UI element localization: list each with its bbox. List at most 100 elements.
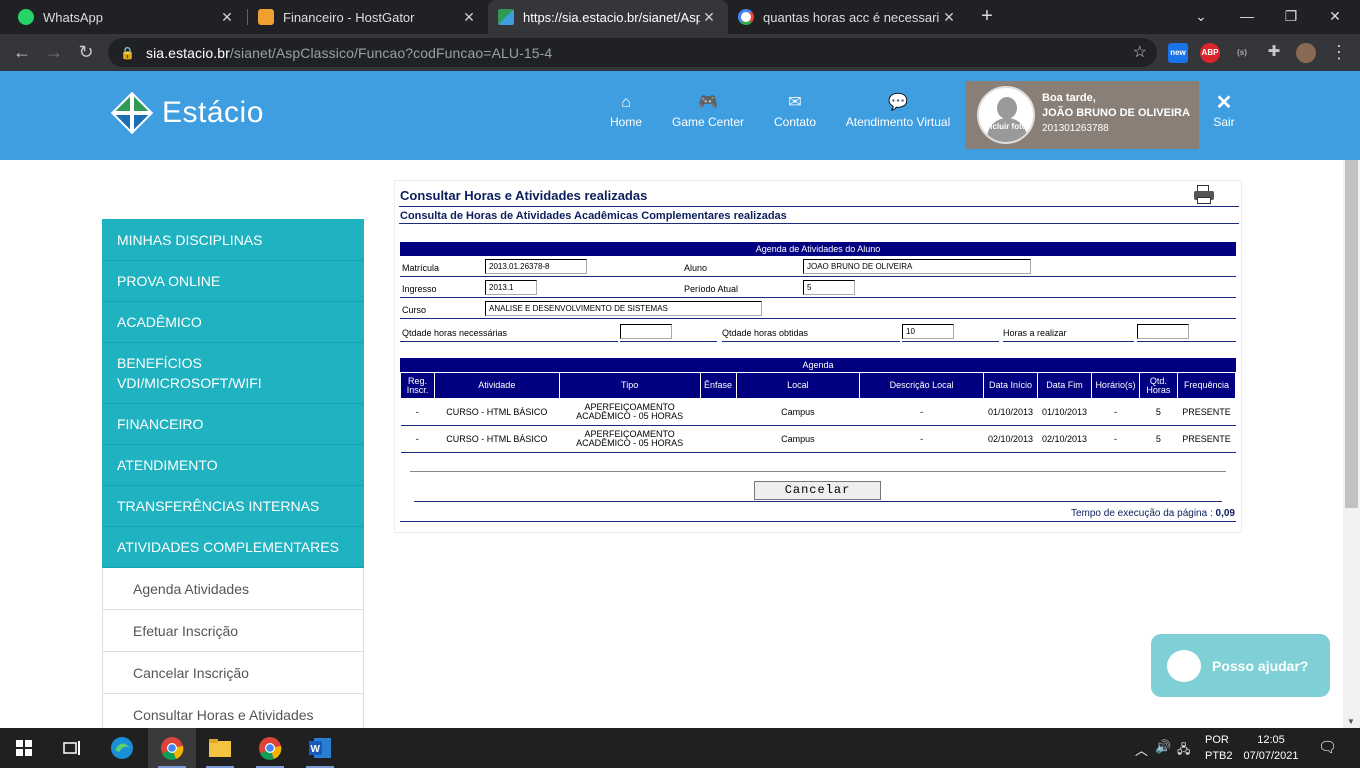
- menu-prova-online[interactable]: PROVA ONLINE: [102, 261, 364, 302]
- tab-hostgator[interactable]: Financeiro - HostGator ✕: [248, 0, 488, 34]
- table-header-row: Reg. Inscr. Atividade Tipo Ênfase Local …: [400, 372, 1237, 399]
- matricula-field: 2013.01.26378-8: [485, 259, 587, 274]
- table-row: - CURSO - HTML BÁSICO APERFEIÇOAMENTO AC…: [400, 398, 1237, 426]
- horas-obtidas-field: 10: [902, 324, 954, 339]
- submenu-agenda-atividades[interactable]: Agenda Atividades: [102, 568, 364, 610]
- close-tab-icon[interactable]: ✕: [700, 9, 718, 26]
- logout-button[interactable]: ✕ Sair: [1210, 93, 1238, 129]
- printer-icon[interactable]: [1194, 185, 1214, 205]
- edge-icon[interactable]: [98, 728, 146, 768]
- extension-new-icon[interactable]: new: [1168, 43, 1188, 63]
- nav-game-center[interactable]: 🎮 Game Center: [668, 93, 748, 129]
- lock-icon: 🔒: [120, 45, 135, 60]
- avatar[interactable]: Incluir foto: [977, 86, 1035, 144]
- menu-atividades-complementares[interactable]: ATIVIDADES COMPLEMENTARES: [102, 527, 364, 568]
- agenda-aluno-header: Agenda de Atividades do Aluno: [400, 242, 1236, 256]
- estacio-favicon: [498, 9, 514, 25]
- chrome-profile-taskbar-icon[interactable]: [246, 728, 294, 768]
- table-row: - CURSO - HTML BÁSICO APERFEIÇOAMENTO AC…: [400, 425, 1237, 453]
- menu-financeiro[interactable]: FINANCEIRO: [102, 404, 364, 445]
- close-tab-icon[interactable]: ✕: [460, 9, 478, 26]
- horas-realizar-label: Horas a realizar: [1003, 328, 1067, 338]
- col-frequencia: Frequência: [1176, 372, 1237, 399]
- close-icon: ✕: [1215, 92, 1233, 114]
- menu-minhas-disciplinas[interactable]: MINHAS DISCIPLINAS: [102, 219, 364, 261]
- browser-toolbar: ← → ↻ 🔒 sia.estacio.br/sianet/AspClassic…: [0, 34, 1360, 71]
- envelope-icon: ✉: [788, 94, 802, 111]
- scroll-down-arrow-icon[interactable]: ▼: [1347, 717, 1355, 726]
- input-language[interactable]: POR PTB2: [1205, 734, 1235, 762]
- scrollbar-thumb[interactable]: [1345, 160, 1358, 508]
- extension-s-icon[interactable]: (s): [1232, 43, 1252, 63]
- close-tab-icon[interactable]: ✕: [940, 9, 958, 26]
- side-menu: MINHAS DISCIPLINAS PROVA ONLINE ACADÊMIC…: [102, 219, 364, 736]
- file-explorer-icon[interactable]: [196, 728, 244, 768]
- nav-home[interactable]: ⌂ Home: [606, 93, 646, 129]
- tray-chevron-icon[interactable]: ︿: [1135, 740, 1148, 759]
- bookmark-star-icon[interactable]: ☆: [1133, 42, 1147, 62]
- user-info-box: Incluir foto Boa tarde, JOÃO BRUNO DE OL…: [965, 81, 1199, 149]
- browser-tab-strip: WhatsApp ✕ Financeiro - HostGator ✕ http…: [0, 0, 1360, 34]
- cancel-button[interactable]: Cancelar: [754, 481, 881, 500]
- page-subtitle: Consulta de Horas de Atividades Acadêmic…: [400, 210, 787, 222]
- col-local: Local: [735, 372, 861, 399]
- restore-button[interactable]: ❐: [1268, 0, 1314, 34]
- tab-whatsapp[interactable]: WhatsApp ✕: [8, 0, 246, 34]
- profile-avatar-icon[interactable]: [1296, 43, 1316, 63]
- forward-arrow-icon[interactable]: →: [41, 40, 67, 64]
- curso-field: ANALISE E DESENVOLVIMENTO DE SISTEMAS: [485, 301, 762, 316]
- horas-necessarias-field: [620, 324, 672, 339]
- network-icon[interactable]: 🖧: [1177, 740, 1190, 761]
- windows-taskbar: W ︿ 🔊 🖧 POR PTB2 12:05 07/07/2021 🗨: [0, 728, 1360, 768]
- clock[interactable]: 12:05 07/07/2021: [1240, 734, 1302, 762]
- nav-contato[interactable]: ✉ Contato: [771, 93, 819, 129]
- periodo-label: Período Atual: [684, 284, 739, 294]
- site-header: Estácio ⌂ Home 🎮 Game Center ✉ Contato 💬…: [0, 71, 1360, 160]
- menu-academico[interactable]: ACADÊMICO: [102, 302, 364, 343]
- chrome-menu-icon[interactable]: ⋮: [1326, 40, 1352, 64]
- tab-google-search[interactable]: quantas horas acc é necessario p ✕: [728, 0, 968, 34]
- word-icon[interactable]: W: [296, 728, 344, 768]
- estacio-logo[interactable]: Estácio: [110, 91, 264, 135]
- submenu-efetuar-inscricao[interactable]: Efetuar Inscrição: [102, 610, 364, 652]
- col-enfase: Ênfase: [699, 372, 737, 399]
- close-window-button[interactable]: ✕: [1312, 0, 1358, 34]
- speaker-icon[interactable]: 🔊: [1155, 739, 1171, 755]
- menu-atendimento[interactable]: ATENDIMENTO: [102, 445, 364, 486]
- gamepad-icon: 🎮: [698, 94, 718, 111]
- col-data-inicio: Data Início: [983, 372, 1038, 399]
- tab-estacio[interactable]: https://sia.estacio.br/sianet/AspC ✕: [488, 0, 728, 34]
- minimize-button[interactable]: —: [1224, 0, 1270, 34]
- page-title: Consultar Horas e Atividades realizadas: [400, 188, 648, 203]
- back-arrow-icon[interactable]: ←: [9, 40, 35, 64]
- task-view-icon[interactable]: [48, 728, 96, 768]
- col-atividade: Atividade: [433, 372, 560, 399]
- chrome-taskbar-icon[interactable]: [148, 728, 196, 768]
- ingresso-field: 2013.1: [485, 280, 537, 295]
- new-tab-button[interactable]: +: [976, 4, 998, 28]
- menu-beneficios[interactable]: BENEFÍCIOS VDI/MICROSOFT/WIFI: [102, 343, 364, 404]
- extensions-puzzle-icon[interactable]: ✚: [1261, 40, 1287, 64]
- menu-transferencias-internas[interactable]: TRANSFERÊNCIAS INTERNAS: [102, 486, 364, 527]
- adblock-plus-icon[interactable]: ABP: [1200, 43, 1220, 63]
- reload-icon[interactable]: ↻: [73, 40, 99, 64]
- close-tab-icon[interactable]: ✕: [218, 9, 236, 26]
- aluno-label: Aluno: [684, 263, 708, 273]
- chat-bubble-icon: [1167, 649, 1201, 682]
- submenu-cancelar-inscricao[interactable]: Cancelar Inscrição: [102, 652, 364, 694]
- col-data-fim: Data Fim: [1037, 372, 1092, 399]
- col-reg-inscr: Reg. Inscr.: [400, 372, 435, 399]
- address-bar[interactable]: 🔒 sia.estacio.br/sianet/AspClassico/Func…: [108, 38, 1157, 67]
- tab-search-icon[interactable]: ⌄: [1178, 0, 1224, 34]
- page-scrollbar[interactable]: ▼: [1343, 160, 1360, 728]
- aluno-field: JOAO BRUNO DE OLIVEIRA: [803, 259, 1031, 274]
- horas-necessarias-label: Qtdade horas necessárias: [402, 328, 508, 338]
- curso-label: Curso: [402, 305, 427, 315]
- periodo-field: 5: [803, 280, 855, 295]
- chat-help-widget[interactable]: Posso ajudar?: [1151, 634, 1330, 697]
- whatsapp-icon: [18, 9, 34, 25]
- notifications-icon[interactable]: 🗨: [1318, 738, 1337, 756]
- user-id: 201301263788: [1042, 123, 1109, 134]
- windows-start-icon[interactable]: [0, 728, 48, 768]
- nav-atendimento-virtual[interactable]: 💬 Atendimento Virtual: [843, 93, 953, 129]
